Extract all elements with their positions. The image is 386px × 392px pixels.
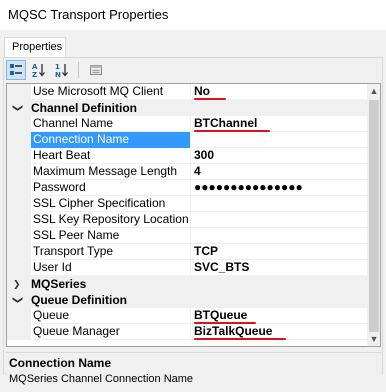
category-mqseries[interactable]: ❯ MQSeries	[7, 276, 367, 292]
prop-name: Maximum Message Length	[31, 164, 191, 180]
chevron-down-icon[interactable]: ❯	[9, 104, 25, 112]
prop-row-queue-manager[interactable]: Queue Manager BizTalkQueue	[7, 324, 367, 340]
property-pages-button[interactable]	[86, 60, 106, 80]
prop-row-ssl-key-repository[interactable]: SSL Key Repository Location	[7, 212, 367, 228]
prop-name: Heart Beat	[31, 148, 191, 164]
scroll-up-icon[interactable]: ▲	[367, 84, 380, 98]
prop-value[interactable]	[191, 196, 367, 212]
prop-row-user-id[interactable]: User Id SVC_BTS	[7, 260, 367, 276]
prop-value[interactable]: SVC_BTS	[191, 260, 367, 276]
prop-name: Use Microsoft MQ Client	[31, 84, 191, 100]
categorized-icon	[10, 64, 22, 75]
prop-row-max-message-length[interactable]: Maximum Message Length 4	[7, 164, 367, 180]
prop-value[interactable]: TCP	[191, 244, 367, 260]
chevron-down-icon[interactable]: ❯	[9, 296, 25, 304]
prop-row-queue[interactable]: Queue BTQueue	[7, 308, 367, 324]
prop-name: Channel Name	[31, 116, 191, 132]
prop-name: Password	[31, 180, 191, 196]
window-titlebar: MQSC Transport Properties	[0, 0, 386, 30]
property-grid-toolbar: A Z 1 N	[6, 59, 116, 81]
annotation-underline	[194, 338, 286, 340]
tab-properties-label: Properties	[12, 41, 63, 53]
password-value[interactable]: ●●●●●●●●●●●●●●●	[191, 180, 367, 196]
alphabetical-sort-icon: A Z	[32, 63, 45, 78]
prop-name: Transport Type	[31, 244, 191, 260]
dialog-client-area: Properties A Z 1 N Use Microsoft MQ Clie…	[0, 30, 386, 392]
prop-value[interactable]: 300	[191, 148, 367, 164]
category-queue-definition[interactable]: ❯ Queue Definition	[7, 292, 367, 308]
prop-name: Connection Name	[31, 132, 191, 148]
scroll-thumb[interactable]	[369, 100, 379, 332]
category-label: Queue Definition	[31, 293, 127, 307]
prop-name: SSL Cipher Specification	[31, 196, 191, 212]
categorized-button[interactable]	[6, 60, 26, 80]
description-pane: Connection Name MQSeries Channel Connect…	[6, 352, 381, 390]
tab-properties[interactable]: Properties	[4, 37, 66, 58]
numeric-sort-button[interactable]: 1 N	[52, 60, 72, 80]
scroll-down-icon[interactable]: ▼	[367, 332, 380, 346]
prop-row-password[interactable]: Password ●●●●●●●●●●●●●●●	[7, 180, 367, 196]
svg-text:N: N	[55, 71, 61, 78]
category-channel-definition[interactable]: ❯ Channel Definition	[7, 100, 367, 116]
prop-name: SSL Key Repository Location	[31, 212, 191, 228]
prop-row-ssl-peer-name[interactable]: SSL Peer Name	[7, 228, 367, 244]
window-title: MQSC Transport Properties	[8, 7, 169, 22]
description-text: MQSeries Channel Connection Name	[9, 373, 194, 385]
prop-value[interactable]	[191, 212, 367, 228]
description-title: Connection Name	[9, 356, 112, 370]
prop-row-connection-name[interactable]: Connection Name	[7, 132, 367, 148]
category-label: MQSeries	[31, 277, 87, 291]
prop-row-use-ms-mq-client[interactable]: Use Microsoft MQ Client No	[7, 84, 367, 100]
numeric-sort-icon: 1 N	[55, 63, 68, 78]
prop-value[interactable]: 4	[191, 164, 367, 180]
prop-value[interactable]	[191, 132, 367, 148]
prop-row-heart-beat[interactable]: Heart Beat 300	[7, 148, 367, 164]
svg-text:1: 1	[55, 63, 60, 71]
prop-name: Queue	[31, 308, 191, 324]
prop-row-transport-type[interactable]: Transport Type TCP	[7, 244, 367, 260]
property-grid: Use Microsoft MQ Client No ❯ Channel Def…	[6, 83, 381, 347]
svg-text:Z: Z	[32, 71, 37, 78]
property-pages-icon	[90, 65, 102, 75]
vertical-scrollbar[interactable]: ▲ ▼	[367, 84, 380, 346]
toolbar-separator	[78, 62, 79, 78]
chevron-right-icon[interactable]: ❯	[13, 276, 21, 292]
prop-row-ssl-cipher-spec[interactable]: SSL Cipher Specification	[7, 196, 367, 212]
prop-row-channel-name[interactable]: Channel Name BTChannel	[7, 116, 367, 132]
prop-name: SSL Peer Name	[31, 228, 191, 244]
prop-name: Queue Manager	[31, 324, 191, 340]
prop-name: User Id	[31, 260, 191, 276]
category-label: Channel Definition	[31, 101, 137, 115]
prop-value[interactable]	[191, 228, 367, 244]
svg-text:A: A	[32, 63, 38, 71]
alphabetical-button[interactable]: A Z	[29, 60, 49, 80]
